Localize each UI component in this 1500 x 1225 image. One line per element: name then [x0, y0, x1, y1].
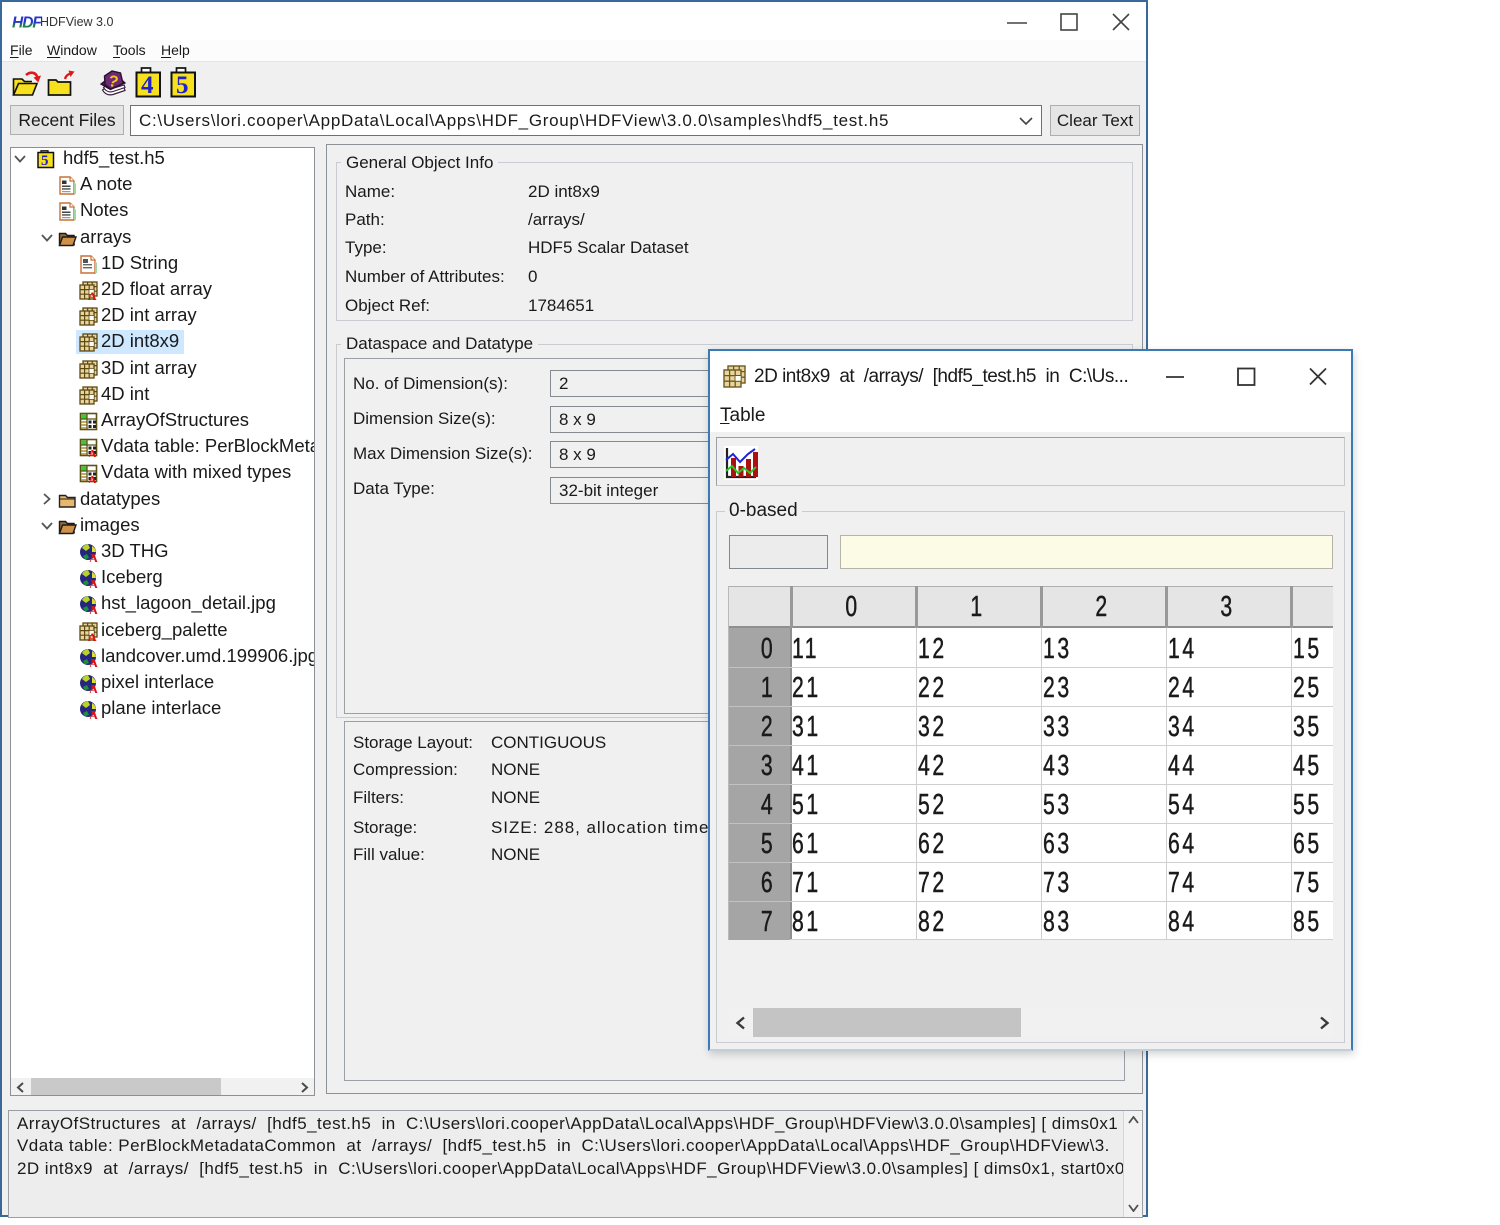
- svg-text:A: A: [88, 447, 97, 458]
- svg-text:HDF: HDF: [12, 15, 42, 32]
- svg-text:A: A: [88, 630, 97, 641]
- svg-text:A: A: [89, 604, 98, 615]
- svg-text:5: 5: [176, 72, 189, 98]
- svg-text:A: A: [88, 473, 97, 484]
- svg-text:A: A: [89, 552, 98, 563]
- svg-text:A: A: [89, 578, 98, 589]
- svg-text:A: A: [89, 683, 98, 694]
- svg-text:4: 4: [141, 72, 154, 98]
- svg-text:A: A: [88, 289, 97, 300]
- svg-text:A: A: [89, 657, 98, 668]
- svg-text:A: A: [89, 709, 98, 720]
- svg-text:5: 5: [41, 153, 49, 169]
